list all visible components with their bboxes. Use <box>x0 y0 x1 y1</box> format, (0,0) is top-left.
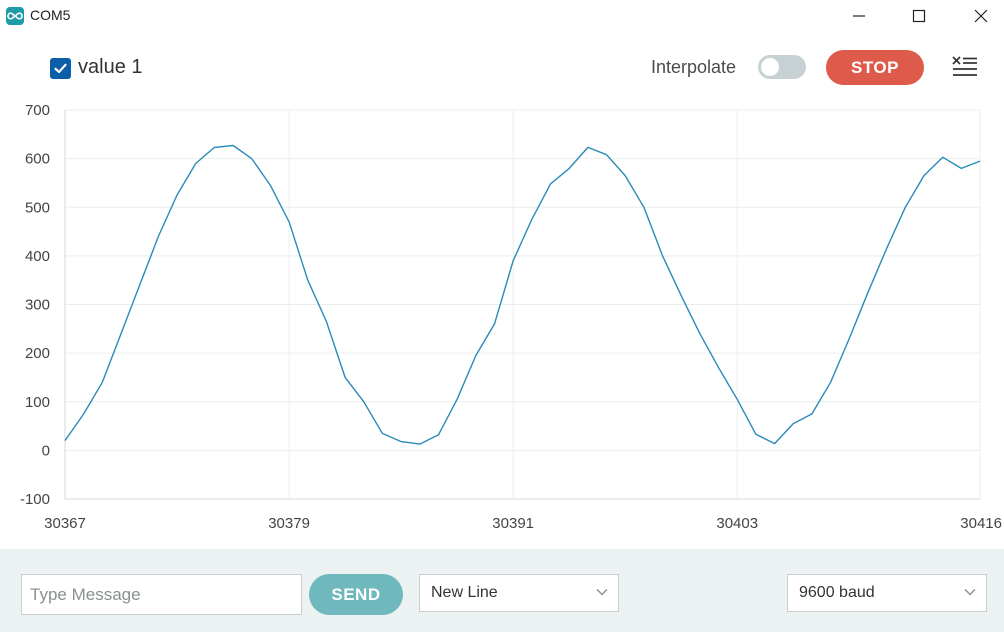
x-tick-label: 30391 <box>492 515 534 532</box>
chevron-down-icon <box>596 589 608 596</box>
line-ending-value: New Line <box>431 584 498 601</box>
clear-list-icon[interactable] <box>950 54 980 82</box>
y-axis: 700 600 500 400 300 200 100 0 -100 <box>20 102 50 508</box>
plot-grid <box>64 109 981 500</box>
serial-plot-chart: 7006005004003002001000-100 30367 30379 303… <box>20 102 1002 532</box>
minimize-button[interactable] <box>836 2 882 30</box>
toggle-knob <box>761 58 779 76</box>
close-button[interactable] <box>958 2 1004 30</box>
arduino-infinity-icon <box>6 7 24 25</box>
y-tick-label: 300 <box>25 297 50 314</box>
title-bar: COM5 <box>0 0 1004 32</box>
baud-rate-select[interactable]: 9600 baud <box>787 574 987 612</box>
series-label[interactable]: value 1 <box>78 56 143 79</box>
stop-button[interactable]: STOP <box>826 50 924 85</box>
y-tick-label: 100 <box>25 394 50 411</box>
line-ending-select[interactable]: New Line <box>419 574 619 612</box>
y-tick-label: 600 <box>25 151 50 168</box>
window-title: COM5 <box>30 7 71 23</box>
message-input[interactable] <box>21 574 302 615</box>
baud-rate-value: 9600 baud <box>799 584 875 601</box>
footer-bar: SEND New Line 9600 baud <box>0 549 1004 632</box>
x-tick-label: 30403 <box>716 515 758 532</box>
checkmark-icon <box>54 63 67 74</box>
send-button[interactable]: SEND <box>309 574 403 615</box>
y-tick-label: 500 <box>25 199 50 216</box>
y-tick-label: -100 <box>20 491 50 508</box>
maximize-button[interactable] <box>896 2 942 30</box>
x-tick-label: 30379 <box>268 515 310 532</box>
interpolate-toggle[interactable] <box>758 55 806 79</box>
series-checkbox[interactable] <box>50 58 71 79</box>
chevron-down-icon <box>964 589 976 596</box>
y-tick-label: 400 <box>25 248 50 265</box>
plot-lines <box>64 144 981 445</box>
interpolate-label: Interpolate <box>651 57 737 77</box>
x-tick-label: 30367 <box>44 515 86 532</box>
y-tick-label: 200 <box>25 345 50 362</box>
y-tick-label: 700 <box>25 102 50 119</box>
y-tick-label: 0 <box>42 442 50 459</box>
x-axis: 30367 30379 30391 30403 30416 <box>44 515 1002 532</box>
series-line-1 <box>64 144 981 445</box>
x-tick-label: 30416 <box>960 515 1002 532</box>
